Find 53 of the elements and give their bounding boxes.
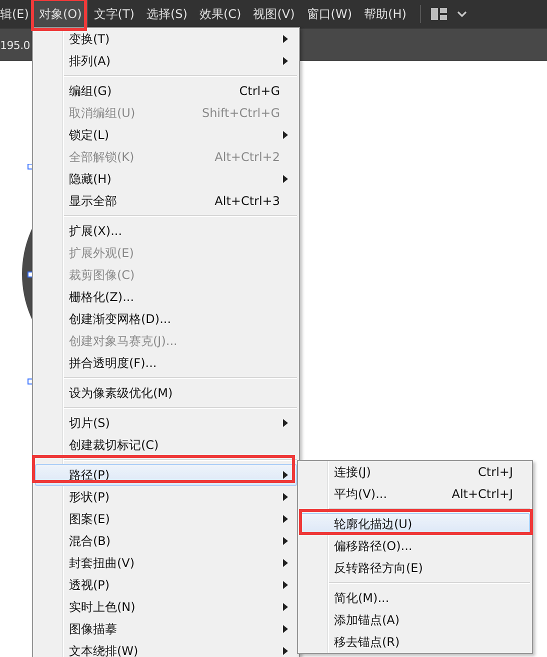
submenu-arrow-icon bbox=[283, 581, 288, 589]
menu-item[interactable]: 图像描摹 bbox=[35, 618, 297, 640]
menu-item[interactable]: 锁定(L) bbox=[35, 124, 297, 146]
submenu-arrow-icon bbox=[283, 647, 288, 655]
menu-item[interactable]: 编组(G) Ctrl+G bbox=[35, 80, 297, 102]
menu-item[interactable]: 栅格化(Z)... bbox=[35, 286, 297, 308]
submenu-arrow-icon bbox=[283, 559, 288, 567]
menu-item[interactable]: 透视(P) bbox=[35, 574, 297, 596]
submenu-arrow-icon bbox=[283, 175, 288, 183]
menu-item[interactable]: 封套扭曲(V) bbox=[35, 552, 297, 574]
submenu-arrow-icon bbox=[283, 493, 288, 501]
layout-icon[interactable] bbox=[431, 8, 448, 20]
value-text: 195.0 bbox=[0, 38, 30, 52]
menu-bar-item[interactable]: 效果(C) bbox=[193, 0, 248, 28]
menu-item[interactable]: 简化(M)... bbox=[300, 587, 530, 609]
submenu-arrow-icon bbox=[283, 537, 288, 545]
submenu-arrow-icon bbox=[283, 471, 288, 479]
menu-item[interactable]: 实时上色(N) bbox=[35, 596, 297, 618]
menu-item[interactable]: 文本绕排(W) bbox=[35, 640, 297, 657]
submenu-arrow-icon bbox=[283, 625, 288, 633]
menu-item[interactable]: 形状(P) bbox=[35, 486, 297, 508]
menu-item[interactable]: 创建裁切标记(C) bbox=[35, 434, 297, 456]
menu-item[interactable]: 创建渐变网格(D)... bbox=[35, 308, 297, 330]
menu-item[interactable]: 拼合透明度(F)... bbox=[35, 352, 297, 374]
menu-item[interactable]: 添加锚点(A) bbox=[300, 609, 530, 631]
menu-item[interactable]: 偏移路径(O)... bbox=[300, 535, 530, 557]
submenu-arrow-icon bbox=[283, 57, 288, 65]
menu-item[interactable]: 隐藏(H) bbox=[35, 168, 297, 190]
menu-item[interactable]: 设为像素级优化(M) bbox=[35, 382, 297, 404]
menu-item[interactable]: 切片(S) bbox=[35, 412, 297, 434]
menu-item[interactable]: 连接(J) Ctrl+J bbox=[300, 461, 530, 483]
submenu-arrow-icon bbox=[283, 515, 288, 523]
submenu-arrow-icon bbox=[283, 131, 288, 139]
menu-item[interactable]: 混合(B) bbox=[35, 530, 297, 552]
submenu-arrow-icon bbox=[283, 603, 288, 611]
menu-item[interactable]: 平均(V)... Alt+Ctrl+J bbox=[300, 483, 530, 505]
menu-item[interactable]: 反转路径方向(E) bbox=[300, 557, 530, 579]
highlight-frame bbox=[31, 0, 87, 31]
menu-bar-item[interactable]: 辑(E) bbox=[0, 0, 33, 28]
menu-bar-item[interactable]: 帮助(H) bbox=[358, 0, 412, 28]
submenu-arrow-icon bbox=[283, 419, 288, 427]
menu-item[interactable]: 变换(T) bbox=[35, 28, 297, 50]
submenu-arrow-icon bbox=[283, 35, 288, 43]
chevron-down-icon[interactable] bbox=[457, 10, 468, 18]
menu-item[interactable]: 排列(A) bbox=[35, 50, 297, 72]
menu-item[interactable]: 图案(E) bbox=[35, 508, 297, 530]
menu-bar-item[interactable]: 窗口(W) bbox=[300, 0, 358, 28]
menu-item[interactable]: 扩展(X)... bbox=[35, 220, 297, 242]
menu-item[interactable]: 显示全部 Alt+Ctrl+3 bbox=[35, 190, 297, 212]
menu-bar-item[interactable]: 文字(T) bbox=[88, 0, 140, 28]
menu-bar-item[interactable]: 选择(S) bbox=[140, 0, 194, 28]
menu-bar-item[interactable]: 视图(V) bbox=[247, 0, 301, 28]
menu-item[interactable]: 移去锚点(R) bbox=[300, 631, 530, 653]
